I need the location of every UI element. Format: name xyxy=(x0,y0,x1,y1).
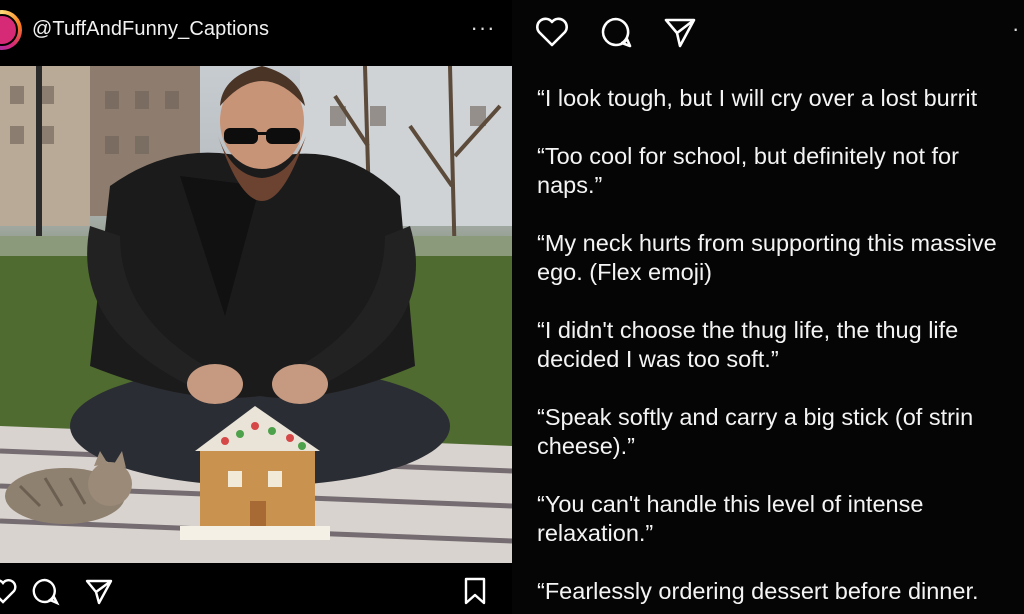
instagram-post: @TuffAndFunny_Captions ··· xyxy=(0,0,512,614)
caption-item: “Too cool for school, but definitely not… xyxy=(537,143,959,198)
more-options-icon[interactable]: ··· xyxy=(466,14,500,44)
like-icon[interactable] xyxy=(0,576,18,606)
send-icon[interactable] xyxy=(662,14,698,50)
more-options-icon[interactable]: · xyxy=(1012,16,1019,42)
share-icon[interactable] xyxy=(84,576,114,606)
comment-icon[interactable] xyxy=(30,576,60,606)
avatar-image xyxy=(0,14,18,46)
post-username[interactable]: @TuffAndFunny_Captions xyxy=(32,18,269,41)
captions-action-bar: · xyxy=(512,0,1024,64)
caption-item: “I look tough, but I will cry over a los… xyxy=(537,85,978,111)
post-action-bar xyxy=(0,570,512,614)
caption-item: “My neck hurts from supporting this mass… xyxy=(537,230,997,285)
photo-illustration xyxy=(0,66,512,563)
heart-icon[interactable] xyxy=(534,14,570,50)
caption-item: “You can't handle this level of intense … xyxy=(537,491,924,546)
comment-icon[interactable] xyxy=(598,14,634,50)
profile-avatar[interactable] xyxy=(0,10,22,50)
captions-panel: · “I look tough, but I will cry over a l… xyxy=(512,0,1024,614)
caption-list: “I look tough, but I will cry over a los… xyxy=(537,84,1024,614)
caption-item: “I didn't choose the thug life, the thug… xyxy=(537,317,959,372)
save-icon[interactable] xyxy=(460,576,490,606)
caption-item: “Speak softly and carry a big stick (of … xyxy=(537,404,974,459)
post-header: @TuffAndFunny_Captions ··· xyxy=(0,0,512,64)
post-photo[interactable] xyxy=(0,66,512,563)
caption-item: “Fearlessly ordering dessert before dinn… xyxy=(537,578,979,604)
